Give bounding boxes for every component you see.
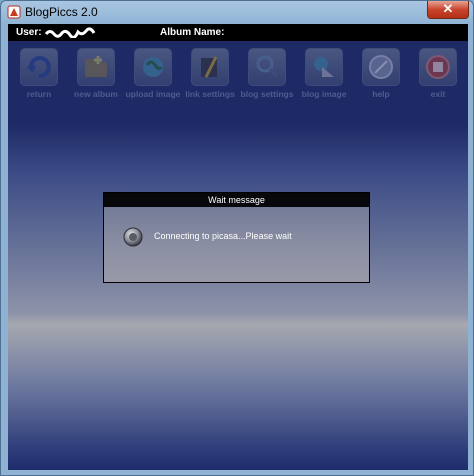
toolbar: return new album upload image link setti… <box>8 48 468 106</box>
title-bar[interactable]: BlogPiccs 2.0 ✕ <box>1 1 474 23</box>
new-album-button[interactable]: new album <box>66 48 126 99</box>
link-settings-label: link settings <box>185 89 235 99</box>
new-album-label: new album <box>74 89 118 99</box>
redacted-username <box>44 27 96 38</box>
app-window: BlogPiccs 2.0 ✕ User: Album Name: return <box>0 0 474 476</box>
exit-button[interactable]: exit <box>408 48 468 99</box>
window-title: BlogPiccs 2.0 <box>25 5 98 19</box>
app-logo-icon <box>7 5 21 19</box>
loading-spinner-icon <box>123 227 143 247</box>
return-button[interactable]: return <box>9 48 69 99</box>
dialog-message: Connecting to picasa...Please wait <box>154 231 292 241</box>
album-name-label: Album Name: <box>160 27 225 38</box>
client-area: User: Album Name: return new album uploa… <box>8 24 468 470</box>
new-album-icon <box>77 48 115 86</box>
help-label: help <box>372 89 390 99</box>
upload-image-icon <box>134 48 172 86</box>
help-icon <box>362 48 400 86</box>
help-button[interactable]: help <box>351 48 411 99</box>
blog-image-icon <box>305 48 343 86</box>
link-settings-button[interactable]: link settings <box>180 48 240 99</box>
wait-dialog: Wait message Connecting to picasa...Plea… <box>103 192 370 283</box>
exit-icon <box>419 48 457 86</box>
user-label: User: <box>16 27 42 38</box>
close-button[interactable]: ✕ <box>427 1 469 19</box>
dialog-title: Wait message <box>104 193 369 207</box>
return-label: return <box>26 89 52 99</box>
upload-image-button[interactable]: upload image <box>123 48 183 99</box>
upload-image-label: upload image <box>125 89 181 99</box>
blog-image-label: blog image <box>301 89 347 99</box>
blog-settings-icon <box>248 48 286 86</box>
blog-image-button[interactable]: blog image <box>294 48 354 99</box>
info-bar: User: Album Name: <box>8 24 468 41</box>
blog-settings-label: blog settings <box>240 89 294 99</box>
exit-label: exit <box>430 89 446 99</box>
return-icon <box>20 48 58 86</box>
blog-settings-button[interactable]: blog settings <box>237 48 297 99</box>
link-settings-icon <box>191 48 229 86</box>
